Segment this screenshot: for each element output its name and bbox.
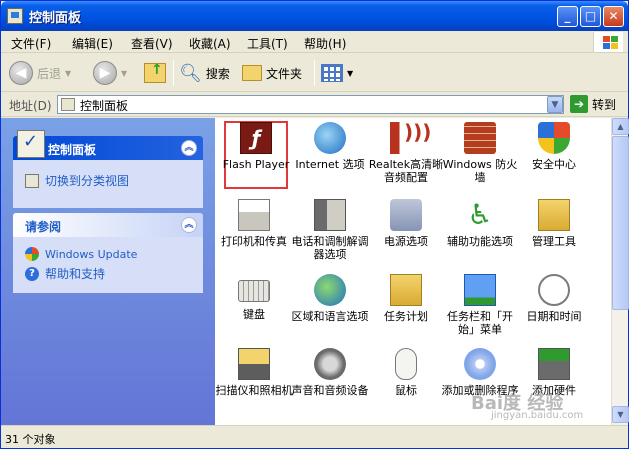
control-panel-panel: 控制面板 ︽ 切换到分类视图 [13, 130, 203, 208]
chevron-down-icon: ▼ [65, 68, 72, 78]
scheduled-tasks-item[interactable]: 任务计划 [367, 274, 445, 323]
minimize-button[interactable]: _ [557, 6, 578, 27]
security-center-item[interactable]: 安全中心 [515, 122, 593, 171]
address-label: 地址(D) [9, 99, 52, 113]
back-arrow-icon: ◀ [9, 61, 33, 85]
regional-language-item[interactable]: 区域和语言选项 [291, 274, 369, 323]
items-view: ƒ Flash Player Internet 选项 ))) Realtek高清… [215, 118, 611, 425]
scroll-down-button[interactable]: ▼ [612, 406, 629, 423]
internet-options-icon [314, 122, 346, 154]
close-button[interactable]: ✕ [603, 6, 624, 27]
firewall-item[interactable]: Windows 防火墙 [441, 122, 519, 184]
keyboard-item[interactable]: 键盘 [215, 274, 293, 321]
address-dropdown-button[interactable]: ▼ [547, 96, 563, 113]
switch-category-view-link[interactable]: 切换到分类视图 [25, 172, 129, 189]
add-hardware-icon [538, 348, 570, 380]
accessibility-icon: ♿ [467, 198, 493, 231]
maximize-button[interactable]: □ [580, 6, 601, 27]
globe-icon [314, 274, 346, 306]
scroll-up-button[interactable]: ▲ [612, 118, 629, 135]
internet-options-item[interactable]: Internet 选项 [291, 122, 369, 171]
windows-logo-icon [593, 32, 623, 52]
switch-view-icon [25, 173, 39, 188]
chevron-down-icon: ▼ [347, 68, 354, 78]
accessibility-item[interactable]: ♿ 辅助功能选项 [441, 198, 519, 249]
phone-modem-icon [314, 199, 346, 231]
collapse-icon[interactable]: ︽ [181, 140, 197, 156]
address-bar: 地址(D) 控制面板 [1, 93, 628, 117]
folder-icon [242, 65, 262, 81]
taskbar-icon [464, 274, 496, 306]
firewall-icon [464, 122, 496, 154]
status-bar: 31 个对象 [1, 425, 628, 448]
printer-icon [238, 199, 270, 231]
power-options-icon [390, 199, 422, 231]
admin-tools-item[interactable]: 管理工具 [515, 199, 593, 248]
flash-icon: ƒ [240, 122, 272, 154]
mouse-icon [395, 348, 417, 380]
task-pane: 控制面板 ︽ 切换到分类视图 请参阅 ︽ Windows Update ? 帮助… [1, 118, 215, 425]
menu-favorites[interactable]: 收藏(A) [189, 35, 231, 52]
forward-button[interactable]: ▶ ▼ [93, 59, 127, 87]
scroll-thumb[interactable] [612, 136, 629, 310]
windows-update-link[interactable]: Windows Update [25, 247, 137, 261]
printers-faxes-item[interactable]: 打印机和传真 [215, 199, 293, 248]
address-input[interactable]: 控制面板 [57, 95, 564, 114]
windows-update-icon [25, 247, 39, 261]
window-title: 控制面板 [29, 11, 82, 26]
help-support-link[interactable]: ? 帮助和支持 [25, 265, 105, 282]
sounds-audio-item[interactable]: 声音和音频设备 [291, 348, 369, 397]
views-button[interactable]: ▼ [321, 59, 353, 87]
scheduled-tasks-icon [390, 274, 422, 306]
menu-edit[interactable]: 编辑(E) [72, 35, 113, 52]
date-time-item[interactable]: 日期和时间 [515, 274, 593, 323]
search-button[interactable]: 🔍︎ 搜索 [179, 59, 230, 87]
control-panel-icon [61, 98, 75, 111]
menu-bar: 文件(F) 编辑(E) 查看(V) 收藏(A) 工具(T) 帮助(H) [1, 31, 628, 53]
up-folder-button[interactable]: ↑ [144, 59, 166, 87]
taskbar-start-menu-item[interactable]: 任务栏和「开始」菜单 [441, 274, 519, 336]
search-icon: 🔍︎ [179, 62, 202, 84]
back-button[interactable]: ◀ 后退 ▼ [9, 59, 71, 87]
title-bar[interactable]: 控制面板 _ □ ✕ [1, 1, 628, 31]
control-panel-icon [17, 130, 45, 158]
object-count: 31 个对象 [5, 433, 56, 446]
menu-tools[interactable]: 工具(T) [247, 35, 288, 52]
add-remove-programs-icon [464, 348, 496, 380]
clock-icon [538, 274, 570, 306]
phone-modem-item[interactable]: 电话和调制解调器选项 [291, 199, 369, 261]
panel-header[interactable]: 控制面板 ︽ [13, 130, 203, 160]
keyboard-icon [238, 280, 270, 302]
menu-file[interactable]: 文件(F) [11, 35, 51, 52]
go-button[interactable]: ➔ 转到 [570, 95, 616, 113]
watermark-url: jingyan.baidu.com [491, 410, 584, 421]
views-grid-icon [321, 64, 343, 82]
vertical-scrollbar[interactable]: ▲ ▼ [611, 118, 629, 425]
panel-header[interactable]: 请参阅 ︽ [13, 213, 203, 237]
flash-player-item[interactable]: ƒ Flash Player [217, 122, 295, 171]
scanner-camera-icon [238, 348, 270, 380]
mouse-item[interactable]: 鼠标 [367, 348, 445, 397]
realtek-audio-item[interactable]: ))) Realtek高清晰音频配置 [367, 122, 445, 184]
toolbar: ◀ 后退 ▼ ▶ ▼ ↑ 🔍︎ 搜索 文件夹 ▼ [1, 54, 628, 92]
realtek-audio-icon: ))) [390, 122, 431, 154]
go-arrow-icon: ➔ [570, 95, 588, 113]
scanners-cameras-item[interactable]: 扫描仪和照相机 [215, 348, 293, 397]
control-panel-window: 控制面板 _ □ ✕ 文件(F) 编辑(E) 查看(V) 收藏(A) 工具(T)… [0, 0, 629, 449]
see-also-panel: 请参阅 ︽ Windows Update ? 帮助和支持 [13, 213, 203, 293]
speaker-icon [314, 348, 346, 380]
folders-button[interactable]: 文件夹 [242, 59, 302, 87]
power-options-item[interactable]: 电源选项 [367, 199, 445, 248]
chevron-down-icon: ▼ [121, 68, 128, 78]
menu-help[interactable]: 帮助(H) [304, 35, 346, 52]
control-panel-icon [7, 8, 23, 24]
up-folder-icon: ↑ [144, 62, 166, 83]
forward-arrow-icon: ▶ [93, 61, 117, 85]
collapse-icon[interactable]: ︽ [181, 217, 197, 233]
security-center-icon [538, 122, 570, 154]
menu-view[interactable]: 查看(V) [131, 35, 173, 52]
help-icon: ? [25, 266, 39, 281]
admin-tools-icon [538, 199, 570, 231]
